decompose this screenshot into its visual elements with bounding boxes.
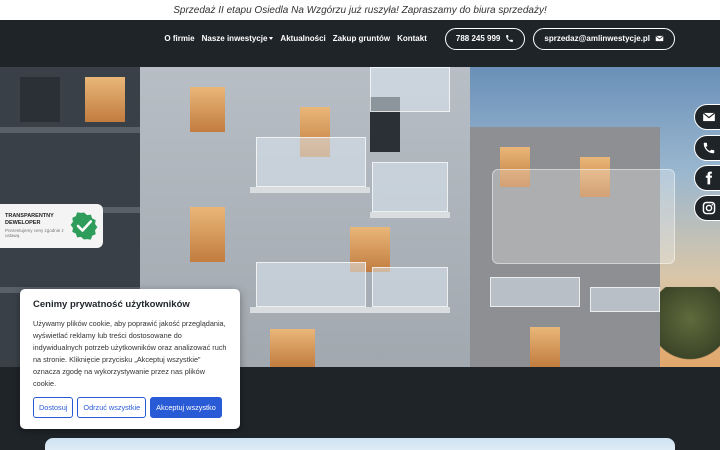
email-address: sprzedaz@amlinwestycje.pl (544, 34, 650, 43)
phone-number: 788 245 999 (455, 34, 501, 43)
nav-item-news[interactable]: Aktualności (280, 34, 325, 43)
instagram-icon (702, 201, 716, 215)
nav-item-contact[interactable]: Kontakt (397, 34, 427, 43)
social-phone[interactable] (694, 135, 720, 161)
cookie-consent-dialog: Cenimy prywatność użytkowników Używamy p… (20, 289, 240, 429)
tree (660, 287, 720, 367)
cookie-title: Cenimy prywatność użytkowników (33, 299, 190, 310)
badge-subtitle: Prezentujemy ceny zgodnie z ustawą (5, 227, 64, 239)
hero-glass-panel (492, 169, 675, 264)
badge-title: TRANSPARENTNY DEWELOPER (5, 213, 54, 226)
nav-item-investments[interactable]: Nasze inwestycje (202, 34, 274, 43)
verified-check-icon (70, 212, 98, 240)
content-card-top (45, 438, 675, 450)
nav-item-about[interactable]: O firmie (164, 34, 194, 43)
phone-button[interactable]: 788 245 999 (444, 27, 526, 50)
main-menu: O firmie Nasze inwestycje Aktualności Za… (164, 34, 427, 43)
facebook-icon (705, 171, 713, 185)
announcement-bar: Sprzedaż II etapu Osiedla Na Wzgórzu już… (0, 0, 720, 20)
mail-icon (702, 112, 716, 122)
announcement-text: Sprzedaż II etapu Osiedla Na Wzgórzu już… (173, 4, 547, 16)
social-instagram[interactable] (694, 195, 720, 221)
phone-icon (506, 35, 514, 42)
nav-item-investments-label: Nasze inwestycje (201, 34, 268, 43)
envelope-icon (655, 35, 664, 42)
chevron-down-icon (269, 37, 274, 41)
accept-all-button[interactable]: Akceptuj wszystko (150, 397, 222, 418)
social-facebook[interactable] (694, 165, 720, 191)
top-navigation: O firmie Nasze inwestycje Aktualności Za… (0, 20, 720, 57)
cookie-buttons: Dostosuj Odrzuć wszystkie Akceptuj wszys… (33, 397, 227, 418)
nav-item-land-purchase[interactable]: Zakup gruntów (333, 34, 390, 43)
reject-all-button[interactable]: Odrzuć wszystkie (77, 397, 147, 418)
email-button[interactable]: sprzedaz@amlinwestycje.pl (533, 27, 675, 50)
transparent-developer-badge[interactable]: TRANSPARENTNY DEWELOPER Prezentujemy cen… (0, 204, 103, 248)
phone-icon (703, 142, 715, 154)
cookie-body: Używamy plików cookie, aby poprawić jako… (33, 319, 227, 388)
social-mail[interactable] (694, 104, 720, 130)
customize-button[interactable]: Dostosuj (33, 397, 74, 418)
